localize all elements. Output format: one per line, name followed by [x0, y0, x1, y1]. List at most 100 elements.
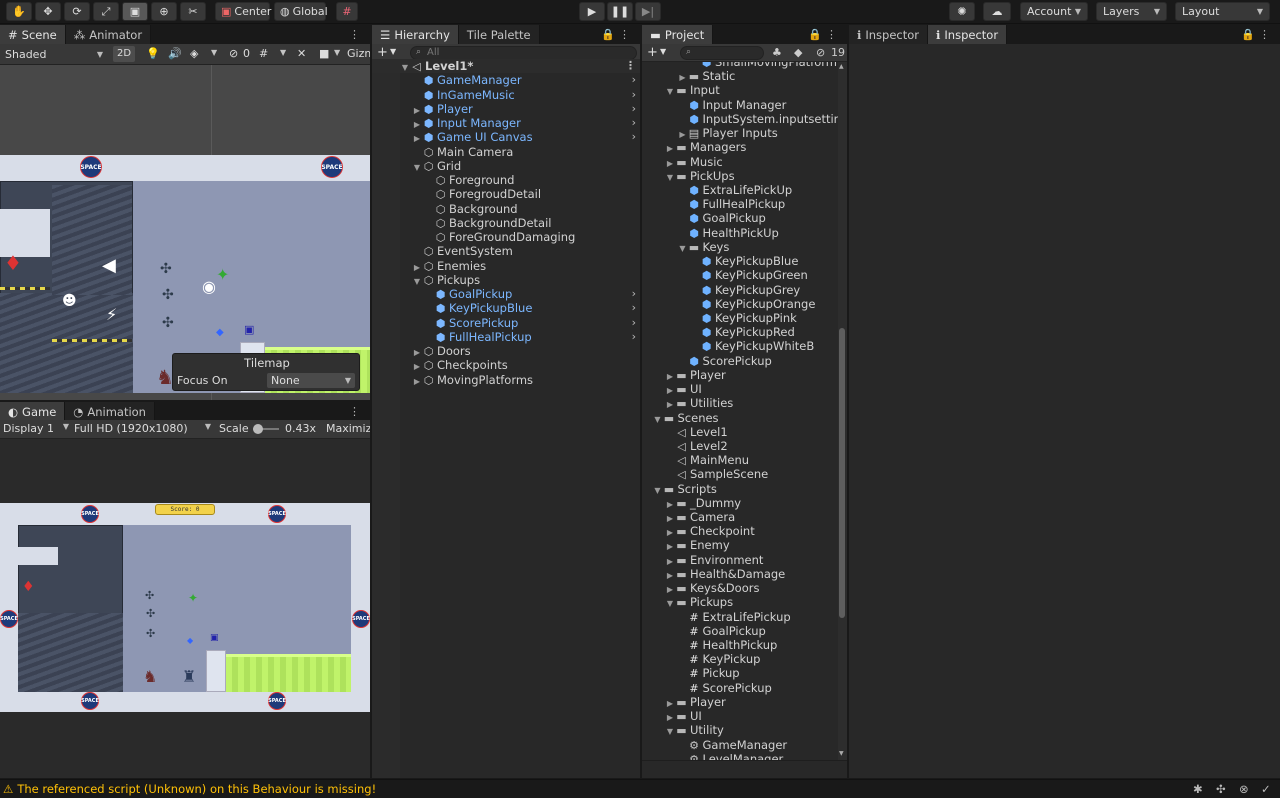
cloud-button[interactable]: ☁ — [983, 2, 1011, 21]
project-item[interactable]: ⬢ KeyPickupBlue — [642, 254, 837, 268]
project-item[interactable]: ▶ ▬ Health&Damage — [642, 567, 837, 581]
more-menu-icon[interactable]: ⋮ — [625, 59, 636, 73]
scale-slider-handle[interactable] — [253, 424, 263, 434]
add-icon[interactable]: + — [647, 45, 658, 60]
game-view[interactable]: Score: 0 SPACE SPACE SPACE SPACE SPACE S… — [0, 503, 370, 712]
project-item[interactable]: ⚙ GameManager — [642, 738, 837, 752]
chevron-down-icon[interactable]: ▼ — [211, 48, 217, 57]
collapsed-arrow-icon[interactable]: ▶ — [412, 375, 422, 389]
grid-toggle-icon[interactable]: # — [259, 47, 268, 60]
project-item[interactable]: ▼ ▬ PickUps — [642, 169, 837, 183]
project-item[interactable]: ▶ ▬ Checkpoint — [642, 524, 837, 538]
project-item[interactable]: ◁ Level1 — [642, 425, 837, 439]
project-item[interactable]: ▶ ▬ UI — [642, 709, 837, 723]
project-item[interactable]: ▶ ▬ Player — [642, 695, 837, 709]
hidden-objects-icon[interactable]: ⊘ — [229, 47, 238, 60]
status-message[interactable]: The referenced script (Unknown) on this … — [17, 782, 376, 796]
project-item[interactable]: ◁ MainMenu — [642, 453, 837, 467]
audio-icon[interactable]: 🔊 — [168, 47, 182, 60]
chevron-down-icon[interactable]: ▼ — [334, 48, 340, 57]
project-item[interactable]: ⬢ GoalPickup — [642, 211, 837, 225]
hand-tool-button[interactable]: ✋ — [6, 2, 32, 21]
project-item[interactable]: ▶ ▬ _Dummy — [642, 496, 837, 510]
project-item[interactable]: # Pickup — [642, 666, 837, 680]
add-icon[interactable]: + — [377, 45, 388, 60]
hierarchy-item[interactable]: ⬡ ForegroudDetail — [372, 187, 640, 201]
project-item[interactable]: ▼ ▬ Utility — [642, 723, 837, 737]
lock-icon[interactable]: 🔒⋮ — [1241, 28, 1274, 41]
pivot-center-toggle[interactable]: ▣ Center — [215, 2, 271, 21]
project-item[interactable]: ⬢ KeyPickupOrange — [642, 297, 837, 311]
camera-icon[interactable]: ■ — [319, 47, 329, 60]
project-item[interactable]: ▼ ▬ Pickups — [642, 595, 837, 609]
hierarchy-item[interactable]: ▶ ⬡ Enemies — [372, 259, 640, 273]
hierarchy-item[interactable]: ▶ ⬡ Checkpoints — [372, 358, 640, 372]
2d-toggle[interactable]: 2D — [113, 46, 135, 62]
tab-animation[interactable]: ◔ Animation — [65, 402, 155, 421]
effects-icon[interactable]: ◈ — [190, 47, 198, 60]
hierarchy-item[interactable]: ⬡ EventSystem — [372, 244, 640, 258]
project-item[interactable]: ⬢ Input Manager — [642, 98, 837, 112]
custom-tool-button[interactable]: ✂ — [180, 2, 206, 21]
display-dropdown[interactable]: Display 1 ▼ — [3, 422, 69, 435]
project-item[interactable]: ⬢ KeyPickupGrey — [642, 283, 837, 297]
chevron-right-icon[interactable]: › — [632, 73, 636, 87]
check-icon[interactable]: ✓ — [1261, 782, 1271, 796]
hierarchy-item[interactable]: ▶ ⬢ Game UI Canvas › — [372, 130, 640, 144]
network-icon[interactable]: ⊗ — [1239, 782, 1249, 796]
more-menu-icon[interactable]: ⋮ — [349, 28, 364, 41]
play-button[interactable]: ▶ — [579, 2, 605, 21]
project-item[interactable]: ⬢ HealthPickUp — [642, 226, 837, 240]
project-item[interactable]: ▼ ▬ Keys — [642, 240, 837, 254]
project-item[interactable]: ▼ ▬ Scenes — [642, 411, 837, 425]
project-item[interactable]: ▶ ▤ Player Inputs — [642, 126, 837, 140]
hierarchy-item[interactable]: ⬢ GameManager › — [372, 73, 640, 87]
tilemap-overlay[interactable]: Tilemap Focus On None ▼ — [172, 353, 360, 391]
tab-game[interactable]: ◐ Game — [0, 402, 66, 421]
hierarchy-item[interactable]: ⬢ InGameMusic › — [372, 88, 640, 102]
project-item[interactable]: ▶ ▬ Enemy — [642, 538, 837, 552]
project-item[interactable]: ⬢ ScorePickup — [642, 354, 837, 368]
bug-icon[interactable]: ✱ — [1193, 782, 1203, 796]
project-scrollbar[interactable]: ▲ ▼ — [838, 62, 847, 760]
project-item[interactable]: # HealthPickup — [642, 638, 837, 652]
hierarchy-item[interactable]: ⬡ BackgroundDetail — [372, 216, 640, 230]
project-item[interactable]: ◁ Level2 — [642, 439, 837, 453]
project-item[interactable]: ▶ ▬ Environment — [642, 553, 837, 567]
services-button[interactable]: ✺ — [949, 2, 975, 21]
project-item[interactable]: # ScorePickup — [642, 681, 837, 695]
tab-inspector-2[interactable]: ℹ Inspector — [928, 25, 1008, 44]
hierarchy-item[interactable]: ⬡ Main Camera — [372, 145, 640, 159]
project-item[interactable]: # GoalPickup — [642, 624, 837, 638]
tab-scene[interactable]: # Scene — [0, 25, 66, 44]
hierarchy-item[interactable]: ⬡ Background — [372, 202, 640, 216]
hierarchy-item[interactable]: ⬡ Foreground — [372, 173, 640, 187]
project-item[interactable]: ▶ ▬ Managers — [642, 140, 837, 154]
chevron-right-icon[interactable]: › — [632, 102, 636, 116]
move-tool-button[interactable]: ✥ — [35, 2, 61, 21]
hierarchy-item[interactable]: ⬢ ScorePickup › — [372, 316, 640, 330]
project-item[interactable]: ▶ ▬ Player — [642, 368, 837, 382]
lock-icon[interactable]: 🔒⋮ — [601, 28, 634, 41]
project-item[interactable]: ⬢ KeyPickupGreen — [642, 268, 837, 282]
label-icon[interactable]: ◆ — [794, 46, 802, 59]
hierarchy-item[interactable]: ▼ ◁ Level1* ⋮ — [372, 59, 640, 73]
pause-button[interactable]: ❚❚ — [607, 2, 633, 21]
tools-icon[interactable]: ✕ — [297, 47, 306, 60]
scene-viewport[interactable]: SPACE SPACE SPACE ♦ ◀ ⚡ ☻ ✣ ✣ ✣ ✦ ◉ ◆ ▣ … — [0, 65, 370, 400]
project-item[interactable]: ▶ ▬ Camera — [642, 510, 837, 524]
project-item[interactable]: ⬢ KeyPickupRed — [642, 325, 837, 339]
chevron-right-icon[interactable]: › — [632, 330, 636, 344]
space-global-toggle[interactable]: ◍ Global — [274, 2, 328, 21]
tab-tile-palette[interactable]: Tile Palette — [458, 25, 540, 44]
hierarchy-item[interactable]: ▼ ⬡ Grid — [372, 159, 640, 173]
maximize-toggle[interactable]: Maximize — [326, 422, 370, 435]
rotate-tool-button[interactable]: ⟳ — [64, 2, 90, 21]
project-search-input[interactable]: ⌕ — [680, 46, 764, 60]
scroll-down-icon[interactable]: ▼ — [839, 750, 844, 757]
filter-type-icon[interactable]: ♣ — [772, 46, 782, 59]
scale-tool-button[interactable]: ⤢ — [93, 2, 119, 21]
hidden-packages-icon[interactable]: ⊘ — [816, 46, 825, 59]
hierarchy-item[interactable]: ▶ ⬢ Input Manager › — [372, 116, 640, 130]
project-item[interactable]: ▶ ▬ Static — [642, 69, 837, 83]
